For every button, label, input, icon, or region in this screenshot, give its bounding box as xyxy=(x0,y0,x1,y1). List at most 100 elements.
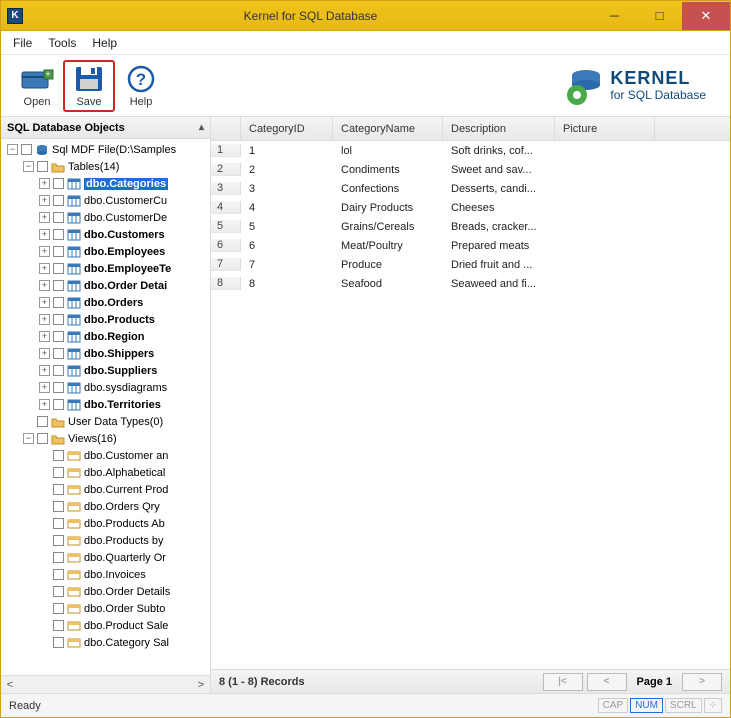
checkbox[interactable] xyxy=(53,297,64,308)
minimize-button[interactable]: ─ xyxy=(592,2,637,30)
expand-icon[interactable]: + xyxy=(39,399,50,410)
pager-first[interactable]: |< xyxy=(543,673,583,691)
expand-icon[interactable]: + xyxy=(39,331,50,342)
tree-udt[interactable]: User Data Types(0) xyxy=(1,413,210,430)
checkbox[interactable] xyxy=(53,569,64,580)
tree-tables[interactable]: −Tables(14) xyxy=(1,158,210,175)
tree-table-9[interactable]: +dbo.Region xyxy=(1,328,210,345)
tree-table-10[interactable]: +dbo.Shippers xyxy=(1,345,210,362)
expand-icon[interactable]: − xyxy=(23,161,34,172)
tree-view-10[interactable]: dbo.Product Sale xyxy=(1,617,210,634)
checkbox[interactable] xyxy=(37,416,48,427)
grid-col-description[interactable]: Description xyxy=(443,117,555,140)
table-row[interactable]: 44Dairy ProductsCheeses xyxy=(211,198,730,217)
checkbox[interactable] xyxy=(53,178,64,189)
tree-view-8[interactable]: dbo.Order Details xyxy=(1,583,210,600)
expand-icon[interactable]: + xyxy=(39,314,50,325)
checkbox[interactable] xyxy=(21,144,32,155)
checkbox[interactable] xyxy=(53,586,64,597)
tree-view-3[interactable]: dbo.Orders Qry xyxy=(1,498,210,515)
expand-icon[interactable]: + xyxy=(39,365,50,376)
tree-view-4[interactable]: dbo.Products Ab xyxy=(1,515,210,532)
tree-view-9[interactable]: dbo.Order Subto xyxy=(1,600,210,617)
tree-table-2[interactable]: +dbo.CustomerDe xyxy=(1,209,210,226)
checkbox[interactable] xyxy=(37,433,48,444)
expand-icon[interactable]: + xyxy=(39,246,50,257)
table-row[interactable]: 55Grains/CerealsBreads, cracker... xyxy=(211,217,730,236)
save-button[interactable]: Save xyxy=(63,60,115,112)
expand-icon[interactable]: + xyxy=(39,280,50,291)
checkbox[interactable] xyxy=(53,518,64,529)
tree-table-5[interactable]: +dbo.EmployeeTe xyxy=(1,260,210,277)
checkbox[interactable] xyxy=(53,467,64,478)
tree-table-0[interactable]: +dbo.Categories xyxy=(1,175,210,192)
tree-table-3[interactable]: +dbo.Customers xyxy=(1,226,210,243)
expand-icon[interactable]: − xyxy=(23,433,34,444)
checkbox[interactable] xyxy=(53,535,64,546)
checkbox[interactable] xyxy=(53,365,64,376)
checkbox[interactable] xyxy=(53,212,64,223)
tree-table-6[interactable]: +dbo.Order Detai xyxy=(1,277,210,294)
scroll-left[interactable]: < xyxy=(1,679,19,691)
scroll-right[interactable]: > xyxy=(192,679,210,691)
tree-table-12[interactable]: +dbo.sysdiagrams xyxy=(1,379,210,396)
tree-view-0[interactable]: dbo.Customer an xyxy=(1,447,210,464)
pager-prev[interactable]: < xyxy=(587,673,627,691)
checkbox[interactable] xyxy=(53,263,64,274)
checkbox[interactable] xyxy=(53,195,64,206)
expand-icon[interactable]: + xyxy=(39,195,50,206)
checkbox[interactable] xyxy=(53,552,64,563)
tree-table-13[interactable]: +dbo.Territories xyxy=(1,396,210,413)
tree-table-11[interactable]: +dbo.Suppliers xyxy=(1,362,210,379)
tree-view-11[interactable]: dbo.Category Sal xyxy=(1,634,210,651)
tree-table-4[interactable]: +dbo.Employees xyxy=(1,243,210,260)
tree-view-2[interactable]: dbo.Current Prod xyxy=(1,481,210,498)
expand-icon[interactable]: + xyxy=(39,382,50,393)
tree-view-1[interactable]: dbo.Alphabetical xyxy=(1,464,210,481)
help-button[interactable]: ? Help xyxy=(115,62,167,110)
expand-icon[interactable]: − xyxy=(7,144,18,155)
tree-table-8[interactable]: +dbo.Products xyxy=(1,311,210,328)
checkbox[interactable] xyxy=(53,382,64,393)
tree-table-7[interactable]: +dbo.Orders xyxy=(1,294,210,311)
grid-col-picture[interactable]: Picture xyxy=(555,117,655,140)
tree-view-6[interactable]: dbo.Quarterly Or xyxy=(1,549,210,566)
sidebar-header[interactable]: SQL Database Objects ▴ xyxy=(1,117,210,139)
tree-view-5[interactable]: dbo.Products by xyxy=(1,532,210,549)
tree-view[interactable]: −Sql MDF File(D:\Samples−Tables(14)+dbo.… xyxy=(1,139,210,675)
checkbox[interactable] xyxy=(53,229,64,240)
menu-file[interactable]: File xyxy=(13,36,32,50)
expand-icon[interactable]: + xyxy=(39,229,50,240)
checkbox[interactable] xyxy=(53,348,64,359)
expand-icon[interactable]: + xyxy=(39,348,50,359)
table-row[interactable]: 33ConfectionsDesserts, candi... xyxy=(211,179,730,198)
expand-icon[interactable]: + xyxy=(39,297,50,308)
tree-root[interactable]: −Sql MDF File(D:\Samples xyxy=(1,141,210,158)
table-row[interactable]: 11lolSoft drinks, cof... xyxy=(211,141,730,160)
checkbox[interactable] xyxy=(53,331,64,342)
expand-icon[interactable]: + xyxy=(39,212,50,223)
expand-icon[interactable]: + xyxy=(39,263,50,274)
checkbox[interactable] xyxy=(53,637,64,648)
checkbox[interactable] xyxy=(53,603,64,614)
grid-col-categoryid[interactable]: CategoryID xyxy=(241,117,333,140)
table-row[interactable]: 22CondimentsSweet and sav... xyxy=(211,160,730,179)
checkbox[interactable] xyxy=(53,620,64,631)
checkbox[interactable] xyxy=(53,280,64,291)
maximize-button[interactable]: □ xyxy=(637,2,682,30)
grid-col-categoryname[interactable]: CategoryName xyxy=(333,117,443,140)
expand-icon[interactable]: + xyxy=(39,178,50,189)
menu-help[interactable]: Help xyxy=(92,36,117,50)
checkbox[interactable] xyxy=(53,501,64,512)
horizontal-scrollbar[interactable]: < > xyxy=(1,675,210,693)
checkbox[interactable] xyxy=(53,246,64,257)
checkbox[interactable] xyxy=(53,450,64,461)
table-row[interactable]: 66Meat/PoultryPrepared meats xyxy=(211,236,730,255)
table-row[interactable]: 88SeafoodSeaweed and fi... xyxy=(211,274,730,293)
pager-next[interactable]: > xyxy=(682,673,722,691)
checkbox[interactable] xyxy=(37,161,48,172)
checkbox[interactable] xyxy=(53,314,64,325)
tree-views[interactable]: −Views(16) xyxy=(1,430,210,447)
tree-view-7[interactable]: dbo.Invoices xyxy=(1,566,210,583)
tree-table-1[interactable]: +dbo.CustomerCu xyxy=(1,192,210,209)
